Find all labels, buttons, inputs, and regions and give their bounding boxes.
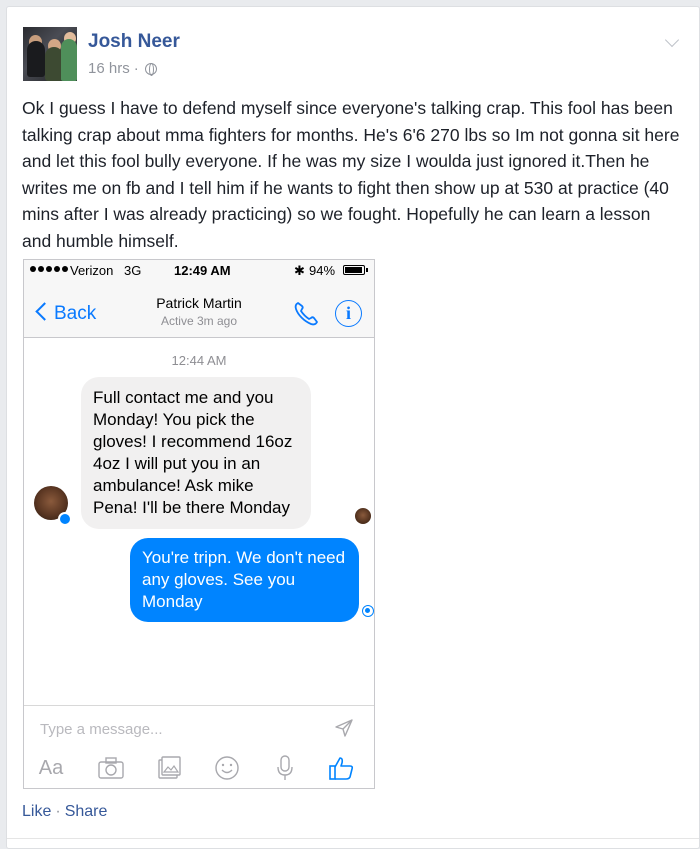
post-text: Ok I guess I have to defend myself since… [22,98,680,251]
globe-icon[interactable] [144,62,157,76]
microphone-icon[interactable] [270,754,300,782]
card-divider [7,838,699,839]
chevron-down-icon[interactable] [664,32,680,48]
camera-icon[interactable] [96,754,126,782]
post-card: Josh Neer 16 hrs · Ok I guess I have to … [6,6,700,849]
contact-name: Patrick Martin [156,295,242,311]
gallery-icon[interactable] [154,754,184,782]
thumbs-up-icon[interactable] [326,754,356,782]
actions-separator: · [55,803,61,820]
phone-icon[interactable] [292,300,320,328]
share-link[interactable]: Share [65,803,108,820]
info-icon[interactable]: i [335,300,362,327]
signal-dots-icon [30,266,68,272]
battery-percent: 94% [309,263,336,278]
message-composer: Aa [24,705,374,788]
conversation-timestamp: 12:44 AM [171,353,227,368]
battery-icon [343,265,368,275]
contact-status: Active 3m ago [160,314,238,328]
author-avatar[interactable] [23,27,77,81]
outgoing-message: You're tripn. We don't need any gloves. … [130,538,359,622]
send-icon[interactable] [334,718,354,738]
sent-indicator-icon [362,605,374,617]
text-format-button[interactable]: Aa [36,754,66,782]
network-label: 3G [124,263,142,278]
messenger-screenshot: Verizon 3G 12:49 AM ✱ 94% Back Patrick M… [23,259,375,789]
bluetooth-icon: ✱ [294,263,305,278]
ios-status-bar: Verizon 3G 12:49 AM ✱ 94% [24,260,374,280]
emoji-icon[interactable] [212,754,242,782]
carrier-label: Verizon [70,263,114,278]
status-time: 12:49 AM [174,263,231,278]
post-time[interactable]: 16 hrs [88,60,130,77]
like-link[interactable]: Like [22,803,51,820]
author-name[interactable]: Josh Neer [88,31,180,53]
message-input[interactable] [40,718,310,740]
post-meta: 16 hrs · [88,60,157,77]
meta-separator: · [133,60,139,77]
messenger-badge-icon [58,512,72,526]
incoming-message: Full contact me and you Monday! You pick… [81,377,311,529]
seen-indicator-avatar [355,508,371,524]
chat-header: Back Patrick Martin Active 3m ago i [24,280,374,338]
post-actions: Like · Share [22,803,107,821]
